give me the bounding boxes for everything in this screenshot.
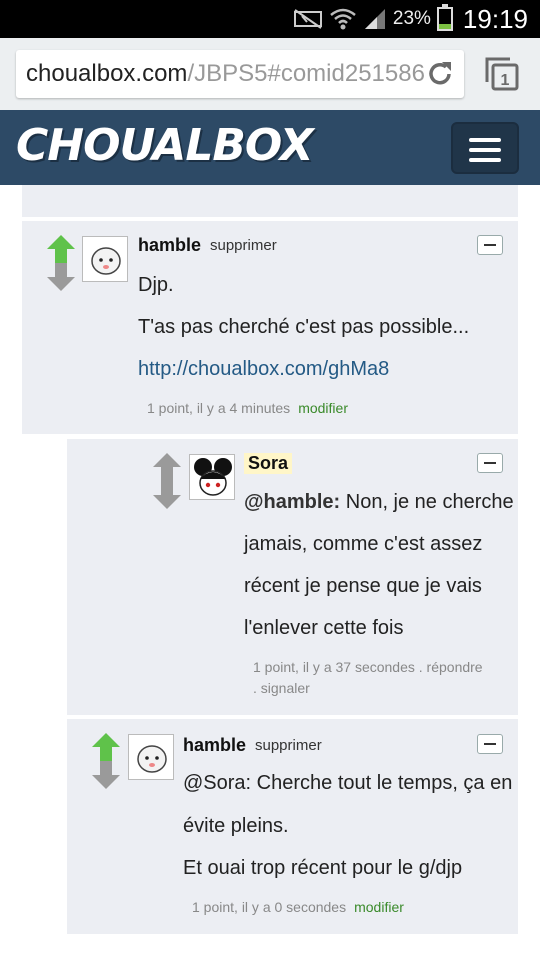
edit-link[interactable]: modifier	[354, 899, 404, 915]
delete-link[interactable]: supprimer	[210, 237, 277, 254]
mute-icon	[293, 9, 322, 29]
site-navbar: CHOUALBOX	[0, 110, 540, 185]
browser-toolbar: choualbox.com/JBPS5#comid251586 1	[0, 38, 540, 110]
avatar[interactable]	[128, 734, 174, 780]
site-logo[interactable]: CHOUALBOX	[16, 120, 314, 171]
edit-link[interactable]: modifier	[298, 400, 348, 416]
comment-text: @hamble: Non, je ne cherche	[244, 491, 514, 514]
collapse-button[interactable]	[477, 734, 503, 754]
comment: hamble supprimer Djp. T'as pas cherché c…	[22, 221, 518, 434]
battery-percent: 23%	[392, 8, 431, 29]
clock: 19:19	[462, 3, 528, 34]
status-bar: 23% 19:19	[0, 0, 540, 38]
collapse-button[interactable]	[477, 235, 503, 255]
comment-meta[interactable]: 1 point, il y a 37 secondes . répondre	[253, 659, 483, 675]
comment-text: jamais, comme c'est assez	[244, 533, 483, 555]
vote-controls	[91, 733, 121, 789]
comment-text: Djp.	[138, 274, 174, 296]
avatar[interactable]	[82, 236, 128, 282]
downvote-arrow-icon[interactable]	[152, 481, 182, 509]
comment-text: T'as pas cherché c'est pas possible...	[138, 316, 470, 338]
mention[interactable]: @hamble:	[244, 491, 340, 513]
url-field[interactable]: choualbox.com/JBPS5#comid251586	[16, 50, 464, 98]
url-path: /JBPS5#comid251586	[187, 60, 425, 87]
wifi-icon	[330, 8, 356, 30]
upvote-arrow-icon[interactable]	[46, 235, 76, 263]
comment-score-time: 1 point, il y a 0 secondes	[192, 899, 347, 915]
downvote-arrow-icon[interactable]	[91, 761, 121, 789]
url-text[interactable]: choualbox.com/JBPS5#comid251586	[26, 60, 426, 88]
comment-link[interactable]: http://choualbox.com/ghMa8	[138, 358, 389, 381]
comment-text: Et ouai trop récent pour le g/djp	[183, 857, 463, 879]
delete-link[interactable]: supprimer	[255, 737, 322, 754]
downvote-arrow-icon[interactable]	[46, 263, 76, 291]
report-link[interactable]: . signaler	[253, 680, 310, 696]
upvote-arrow-icon[interactable]	[152, 453, 182, 481]
url-host: choualbox.com	[26, 60, 188, 87]
comment-text: évite pleins.	[183, 815, 289, 837]
comment-meta: 1 point, il y a 0 secondes modifier	[192, 899, 404, 915]
previous-comment-bottom	[22, 185, 518, 217]
comment-text: @Sora: Cherche tout le temps, ça en	[183, 772, 513, 794]
comment-text: l'enlever cette fois	[244, 617, 404, 639]
comment-author[interactable]: hamble	[183, 735, 246, 756]
comment-meta: 1 point, il y a 4 minutes modifier	[147, 400, 348, 416]
vote-controls	[46, 235, 76, 291]
hamburger-menu-icon[interactable]	[451, 122, 519, 174]
upvote-arrow-icon[interactable]	[91, 733, 121, 761]
comment-author[interactable]: Sora	[244, 453, 293, 474]
collapse-button[interactable]	[477, 453, 503, 473]
battery-icon	[436, 4, 453, 31]
tabs-icon[interactable]: 1	[484, 56, 520, 92]
signal-icon	[364, 9, 385, 29]
comment-author[interactable]: hamble	[138, 235, 201, 256]
comment-reply: Sora @hamble: Non, je ne cherche jamais,…	[67, 439, 518, 715]
comment-score-time: 1 point, il y a 4 minutes	[147, 400, 291, 416]
comment-reply: hamble supprimer @Sora: Cherche tout le …	[67, 719, 518, 934]
tabs-count: 1	[501, 72, 510, 89]
comment-text: récent je pense que je vais	[244, 575, 482, 597]
reload-icon[interactable]	[424, 58, 456, 90]
vote-controls	[152, 453, 182, 509]
comment-text-part: Non, je ne cherche	[345, 491, 514, 513]
avatar[interactable]	[189, 454, 235, 500]
